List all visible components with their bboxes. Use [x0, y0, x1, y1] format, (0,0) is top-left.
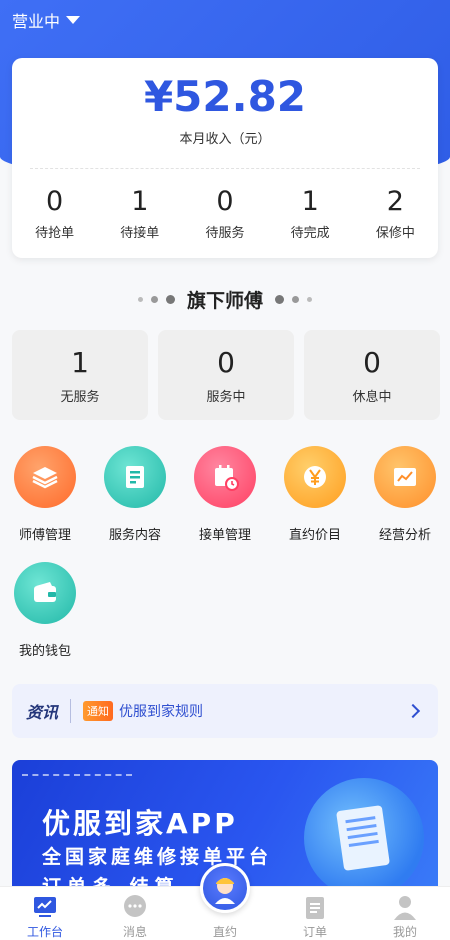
banner-title: 优服到家APP	[42, 807, 238, 840]
master-stat-in-service[interactable]: 0 服务中	[158, 330, 294, 420]
calendar-clock-icon	[194, 446, 256, 508]
decor-dot	[307, 296, 312, 302]
tab-label: 我的	[392, 925, 417, 939]
dashboard-icon	[31, 893, 59, 921]
decor-dot	[150, 295, 158, 303]
worker-icon	[200, 863, 250, 913]
order-stat-label: 保修中	[375, 226, 415, 241]
master-stat-resting[interactable]: 0 休息中	[304, 330, 440, 420]
menu-item-label: 我的钱包	[18, 644, 71, 659]
chat-icon	[121, 893, 149, 921]
bottom-tabbar: 工作台 消息 直约 订单 我的	[0, 863, 450, 940]
tab-orders[interactable]: 订单	[270, 887, 360, 940]
notice-badge: 通知	[83, 701, 114, 721]
menu-grid-row-1: 师傅管理 服务内容 接单管理 直约价目 经营分析	[0, 446, 450, 543]
chart-icon	[374, 446, 436, 508]
chevron-down-icon	[66, 16, 81, 24]
masters-section-title: 旗下师傅	[0, 286, 450, 312]
order-stat-warranty[interactable]: 2 保修中	[360, 186, 430, 241]
monthly-income-amount: ¥52.82	[143, 72, 307, 121]
order-stat-pending-grab[interactable]: 0 待抢单	[20, 186, 90, 241]
tab-profile[interactable]: 我的	[360, 887, 450, 940]
master-stat-label: 无服务	[60, 390, 100, 405]
decor-dot	[137, 296, 143, 302]
menu-item-direct-pricing[interactable]: 直约价目	[270, 446, 360, 543]
decor-dot	[165, 294, 175, 304]
income-card: ¥52.82 本月收入（元） 0 待抢单 1 待接单 0 待服务 1 待完成 2…	[12, 58, 438, 258]
master-stat-label: 服务中	[206, 390, 246, 405]
menu-item-my-wallet[interactable]: 我的钱包	[0, 562, 90, 659]
menu-item-label: 直约价目	[288, 528, 341, 543]
decor-line	[22, 774, 132, 776]
business-status-selector[interactable]: 营业中	[12, 8, 81, 32]
document-illustration	[336, 805, 390, 871]
order-stat-label: 待服务	[205, 226, 245, 241]
order-stats: 0 待抢单 1 待接单 0 待服务 1 待完成 2 保修中	[12, 186, 438, 241]
menu-item-label: 经营分析	[378, 528, 431, 543]
master-stat-label: 休息中	[352, 390, 392, 405]
menu-item-label: 服务内容	[108, 528, 161, 543]
monthly-income-label: 本月收入（元）	[179, 132, 271, 147]
tab-label: 消息	[122, 925, 147, 939]
banner-subtitle: 全国家庭维修接单平台	[42, 846, 273, 868]
news-headline: 优服到家规则	[119, 704, 204, 720]
master-stat-value: 0	[217, 346, 235, 379]
user-icon	[391, 893, 419, 921]
tab-workbench[interactable]: 工作台	[0, 887, 90, 940]
master-stats: 1 无服务 0 服务中 0 休息中	[12, 330, 440, 420]
tab-direct[interactable]: 直约	[180, 863, 270, 940]
document-icon	[104, 446, 166, 508]
news-tag: 资讯	[26, 703, 59, 722]
decor-dot	[275, 294, 284, 304]
tab-label: 工作台	[26, 925, 63, 939]
master-stat-value: 0	[363, 346, 381, 379]
order-stat-label: 待完成	[290, 226, 330, 241]
wallet-icon	[14, 562, 76, 624]
order-stat-label: 待接单	[120, 226, 160, 241]
clipboard-icon	[301, 893, 329, 921]
tab-label: 直约	[212, 925, 237, 939]
masters-title: 旗下师傅	[186, 289, 263, 312]
news-bar[interactable]: 资讯 通知 优服到家规则	[12, 684, 438, 738]
menu-item-master-management[interactable]: 师傅管理	[0, 446, 90, 543]
order-stat-value: 2	[386, 186, 404, 217]
chevron-right-icon	[405, 703, 421, 719]
menu-grid-row-2: 我的钱包	[0, 562, 450, 659]
order-stat-value: 1	[301, 186, 319, 217]
order-stat-value: 1	[131, 186, 149, 217]
divider	[70, 699, 72, 723]
menu-item-label: 师傅管理	[18, 528, 71, 543]
menu-item-business-analysis[interactable]: 经营分析	[360, 446, 450, 543]
order-stat-value: 0	[216, 186, 234, 217]
order-stat-pending-complete[interactable]: 1 待完成	[275, 186, 345, 241]
menu-item-service-content[interactable]: 服务内容	[90, 446, 180, 543]
divider	[30, 168, 420, 169]
order-stat-pending-service[interactable]: 0 待服务	[190, 186, 260, 241]
order-stat-label: 待抢单	[35, 226, 75, 241]
yen-icon	[284, 446, 346, 508]
menu-item-label: 接单管理	[198, 528, 251, 543]
layers-icon	[14, 446, 76, 508]
order-stat-value: 0	[46, 186, 64, 217]
master-stat-idle[interactable]: 1 无服务	[12, 330, 148, 420]
tab-messages[interactable]: 消息	[90, 887, 180, 940]
master-stat-value: 1	[71, 346, 89, 379]
decor-dot	[292, 295, 299, 303]
business-status-label: 营业中	[12, 12, 61, 31]
order-stat-pending-accept[interactable]: 1 待接单	[105, 186, 175, 241]
menu-item-order-management[interactable]: 接单管理	[180, 446, 270, 543]
tab-label: 订单	[302, 925, 327, 939]
